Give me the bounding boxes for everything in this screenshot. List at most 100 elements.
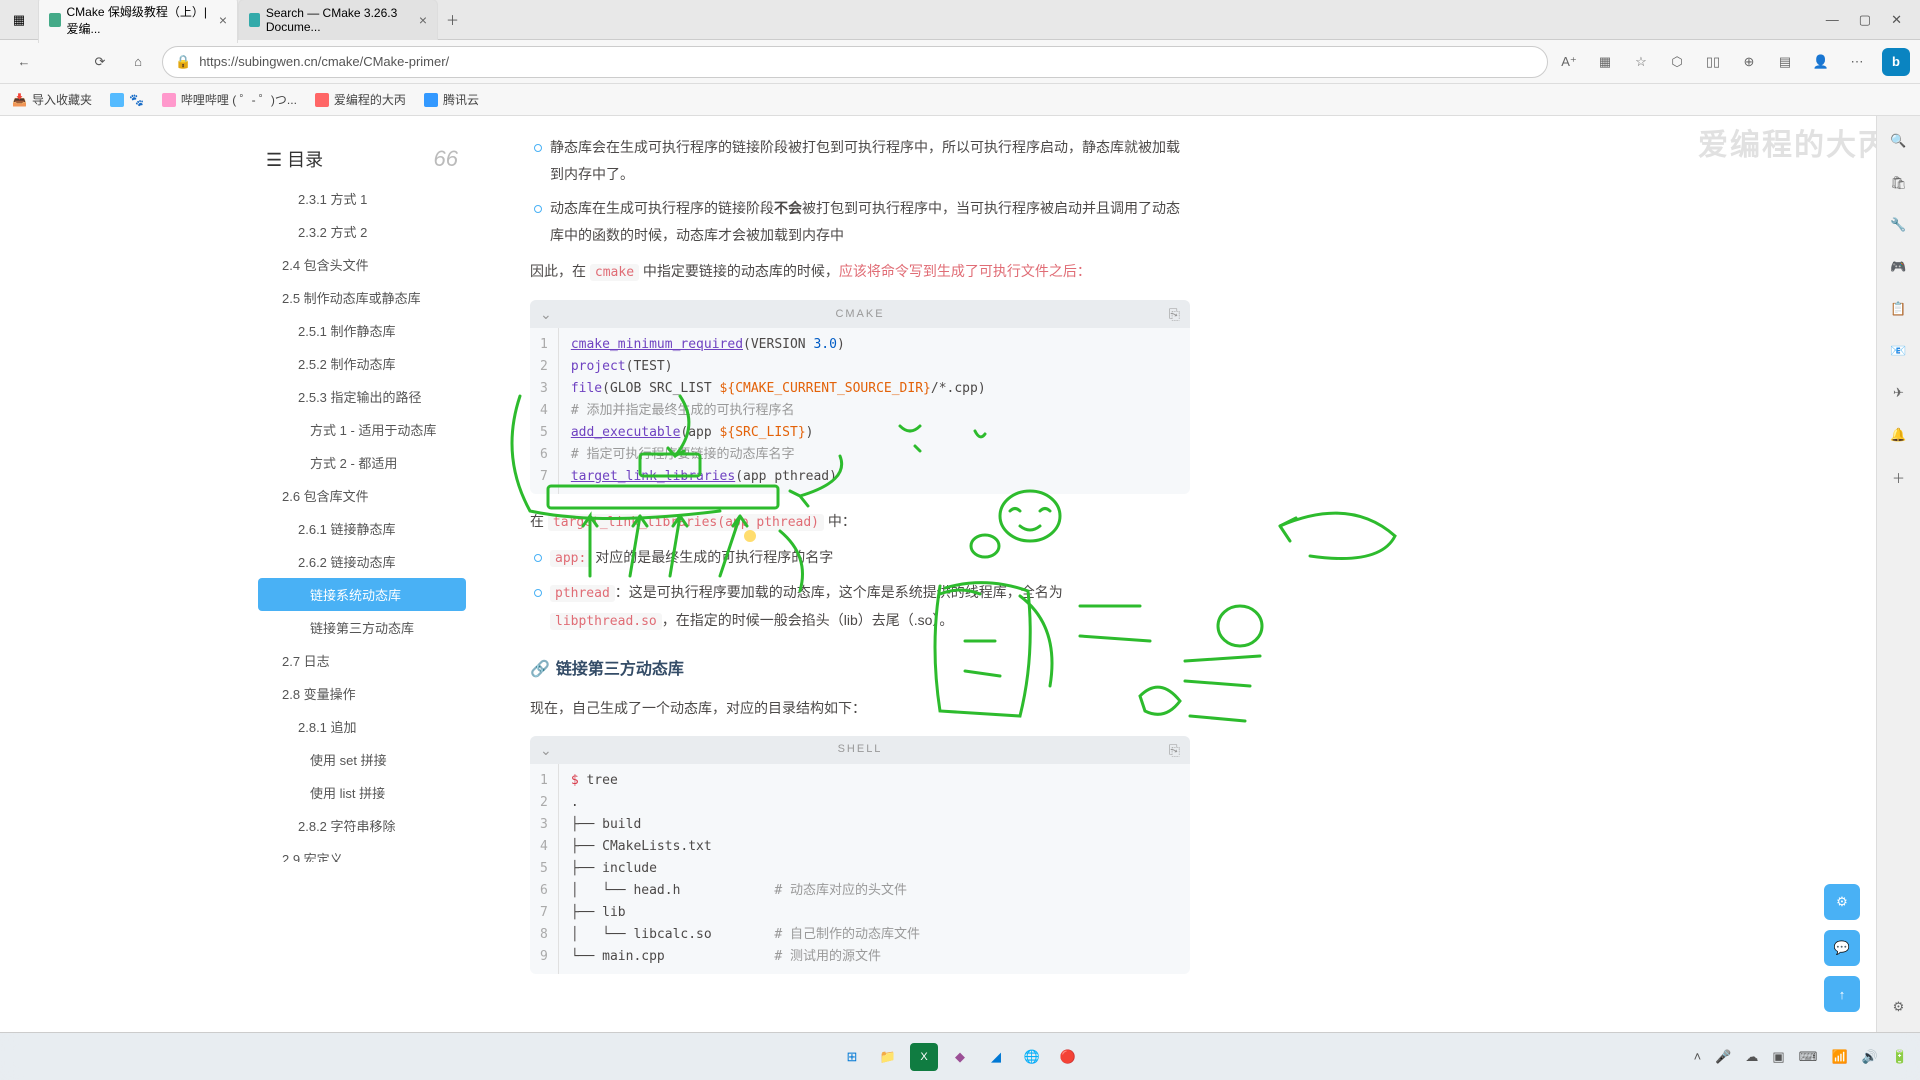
refresh-button[interactable]: ⟳ (86, 48, 114, 76)
battery-icon[interactable]: 🔋 (1892, 1049, 1908, 1065)
bell-icon[interactable]: 🔔 (1888, 424, 1910, 446)
link-icon: 🔗 (530, 655, 550, 685)
url-bar[interactable]: 🔒 https://subingwen.cn/cmake/CMake-prime… (162, 46, 1548, 78)
toc-item[interactable]: 2.8 变量操作 (252, 677, 472, 710)
list-item: pthread：这是可执行程序要加载的动态库，这个库是系统提供的线程库，全名为 … (530, 579, 1190, 634)
bing-icon[interactable]: b (1882, 48, 1910, 76)
scroll-top-button[interactable]: ↑ (1824, 976, 1860, 1012)
toc-item[interactable]: 2.4 包含头文件 (252, 248, 472, 281)
edge-icon[interactable]: 🌐 (1018, 1043, 1046, 1071)
inline-code: pthread (550, 585, 615, 602)
outlook-icon[interactable]: 📧 (1888, 340, 1910, 362)
toc-item[interactable]: 2.6 包含库文件 (252, 479, 472, 512)
toc-item[interactable]: 2.5 制作动态库或静态库 (252, 281, 472, 314)
shopping-icon[interactable]: 🛍 (1888, 172, 1910, 194)
lock-icon: 🔒 (175, 54, 191, 70)
toc-item[interactable]: 链接第三方动态库 (252, 611, 472, 644)
toc-item[interactable]: 方式 2 - 都适用 (252, 446, 472, 479)
share-float-button[interactable]: 💬 (1824, 930, 1860, 966)
toc-item[interactable]: 方式 1 - 适用于动态库 (252, 413, 472, 446)
fold-icon[interactable]: ⌄ (540, 301, 552, 328)
toc-item[interactable]: 使用 set 拼接 (252, 743, 472, 776)
office-icon[interactable]: 📋 (1888, 298, 1910, 320)
collections-icon[interactable]: ⊕ (1738, 51, 1760, 73)
toc-item[interactable]: 2.3.1 方式 1 (252, 182, 472, 215)
profile-icon[interactable]: 👤 (1810, 51, 1832, 73)
toc-item[interactable]: 2.3.2 方式 2 (252, 215, 472, 248)
visualstudio-icon[interactable]: ◆ (946, 1043, 974, 1071)
bookmark-item[interactable]: 🐾 (110, 93, 144, 107)
search-icon[interactable]: 🔍 (1888, 130, 1910, 152)
chrome-icon[interactable]: 🔴 (1054, 1043, 1082, 1071)
tab-actions-icon[interactable]: ▦ (8, 9, 30, 31)
translate-icon[interactable]: ▦ (1594, 51, 1616, 73)
start-button[interactable]: ⊞ (838, 1043, 866, 1071)
excel-icon[interactable]: X (910, 1043, 938, 1071)
new-tab-button[interactable]: ＋ (438, 6, 467, 33)
read-aloud-icon[interactable]: A⁺ (1558, 51, 1580, 73)
toc-item[interactable]: 2.8.1 追加 (252, 710, 472, 743)
toc-item[interactable]: 使用 list 拼接 (252, 776, 472, 809)
vscode-icon[interactable]: ◢ (982, 1043, 1010, 1071)
menu-icon[interactable]: ⋯ (1846, 51, 1868, 73)
toc-item[interactable]: 2.7 日志 (252, 644, 472, 677)
toc-item[interactable]: 链接系统动态库 (258, 578, 466, 611)
toc-item[interactable]: 2.5.1 制作静态库 (252, 314, 472, 347)
inline-code: cmake (590, 264, 639, 281)
app-icon[interactable]: ▣ (1772, 1049, 1784, 1065)
code-block-cmake: ⌄ CMAKE ⎘ 1234567 cmake_minimum_required… (530, 300, 1190, 494)
bookmark-item[interactable]: 爱编程的大丙 (315, 91, 406, 108)
toc-item[interactable]: 2.5.3 指定输出的路径 (252, 380, 472, 413)
browser-tab-bar: ▦ CMake 保姆级教程（上）| 爱编... × Search — CMake… (0, 0, 1920, 40)
bookmark-item[interactable]: 腾讯云 (424, 91, 479, 108)
maximize-icon[interactable]: ▢ (1859, 12, 1871, 28)
extensions-icon[interactable]: ⬡ (1666, 51, 1688, 73)
toc-item[interactable]: 2.8.2 字符串移除 (252, 809, 472, 842)
page-content: 爱编程的大丙 ☰ 目录 66 2.3.1 方式 12.3.2 方式 22.4 包… (0, 116, 1920, 1032)
send-icon[interactable]: ✈ (1888, 382, 1910, 404)
split-icon[interactable]: ▯▯ (1702, 51, 1724, 73)
onedrive-icon[interactable]: ☁ (1745, 1049, 1758, 1065)
minimize-icon[interactable]: — (1826, 12, 1839, 28)
close-icon[interactable]: × (219, 12, 227, 28)
import-icon: 📥 (12, 93, 27, 107)
copy-icon[interactable]: ⎘ (1169, 737, 1180, 764)
toc-item[interactable]: 2.9 宏定义 (252, 842, 472, 862)
volume-icon[interactable]: 🔊 (1862, 1049, 1878, 1065)
home-button[interactable]: ⌂ (124, 48, 152, 76)
list-item: 静态库会在生成可执行程序的链接阶段被打包到可执行程序中，所以可执行程序启动，静态… (530, 134, 1190, 187)
input-icon[interactable]: ⌨ (1799, 1049, 1818, 1065)
games-icon[interactable]: 🎮 (1888, 256, 1910, 278)
close-window-icon[interactable]: ✕ (1891, 12, 1902, 28)
settings-icon[interactable]: ⚙ (1888, 996, 1910, 1018)
menu-icon: ☰ (266, 150, 287, 170)
qr-icon[interactable]: ▤ (1774, 51, 1796, 73)
tab-title: CMake 保姆级教程（上）| 爱编... (67, 3, 213, 37)
bookmark-item[interactable]: 哔哩哔哩 ( ゜- ゜)つ... (162, 91, 297, 108)
favorite-icon[interactable]: ☆ (1630, 51, 1652, 73)
bookmarks-bar: 📥 导入收藏夹 🐾 哔哩哔哩 ( ゜- ゜)つ... 爱编程的大丙 腾讯云 (0, 84, 1920, 116)
add-icon[interactable]: ＋ (1888, 466, 1910, 488)
browser-tab-active[interactable]: CMake 保姆级教程（上）| 爱编... × (38, 0, 238, 43)
browser-tab-inactive[interactable]: Search — CMake 3.26.3 Docume... × (238, 0, 438, 40)
list-item: 动态库在生成可执行程序的链接阶段不会被打包到可执行程序中，当可执行程序被启动并且… (530, 195, 1190, 248)
inline-code: app: (550, 550, 591, 567)
chevron-up-icon[interactable]: ˄ (1694, 1049, 1702, 1064)
wifi-icon[interactable]: 📶 (1831, 1049, 1847, 1065)
code-lang-label: CMAKE (835, 304, 884, 325)
copy-icon[interactable]: ⎘ (1169, 301, 1180, 328)
toc-item[interactable]: 2.5.2 制作动态库 (252, 347, 472, 380)
mic-icon[interactable]: 🎤 (1715, 1049, 1731, 1065)
favicon-icon (249, 13, 260, 27)
windows-taskbar: ⊞ 📁 X ◆ ◢ 🌐 🔴 ˄ 🎤 ☁ ▣ ⌨ 📶 🔊 🔋 (0, 1032, 1920, 1080)
fold-icon[interactable]: ⌄ (540, 737, 552, 764)
explorer-icon[interactable]: 📁 (874, 1043, 902, 1071)
toc-item[interactable]: 2.6.1 链接静态库 (252, 512, 472, 545)
toc-item[interactable]: 2.6.2 链接动态库 (252, 545, 472, 578)
close-icon[interactable]: × (419, 12, 427, 28)
article-content: 静态库会在生成可执行程序的链接阶段被打包到可执行程序中，所以可执行程序启动，静态… (490, 116, 1190, 1032)
tools-icon[interactable]: 🔧 (1888, 214, 1910, 236)
back-button[interactable]: ← (10, 48, 38, 76)
import-bookmarks[interactable]: 📥 导入收藏夹 (12, 91, 92, 108)
settings-float-button[interactable]: ⚙ (1824, 884, 1860, 920)
